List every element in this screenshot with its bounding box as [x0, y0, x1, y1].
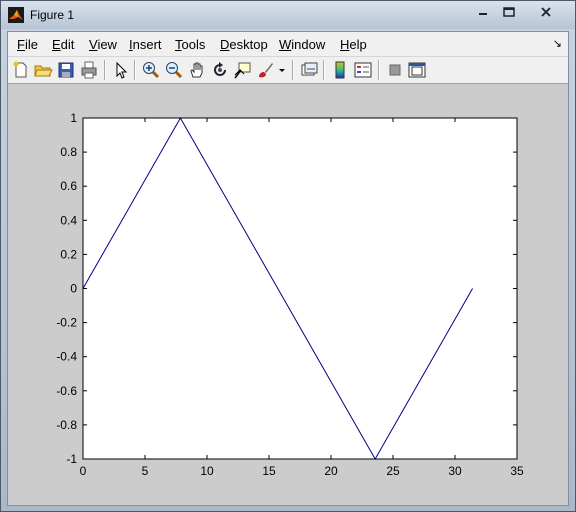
y-tick-label: -0.4 — [56, 350, 77, 364]
figure-window: Figure 1 File Edit View Insert Tools Des… — [0, 0, 576, 512]
title-bar[interactable]: Figure 1 — [1, 1, 575, 29]
link-plot-icon[interactable] — [299, 60, 319, 80]
menu-help[interactable]: Help — [340, 37, 367, 52]
matlab-logo-icon — [8, 7, 24, 23]
y-tick-label: 0.6 — [60, 179, 77, 193]
y-tick-label: -0.6 — [56, 384, 77, 398]
show-plot-tools-icon[interactable] — [407, 60, 427, 80]
figure-client-area: File Edit View Insert Tools Desktop Wind… — [7, 31, 569, 506]
legend-icon[interactable] — [353, 60, 373, 80]
maximize-icon — [503, 7, 515, 17]
menu-file[interactable]: File — [17, 37, 38, 52]
menu-edit[interactable]: Edit — [52, 37, 74, 52]
colorbar-icon[interactable] — [330, 60, 350, 80]
zoom-out-icon[interactable] — [164, 60, 184, 80]
save-icon[interactable] — [56, 60, 76, 80]
y-tick-label: -0.8 — [56, 418, 77, 432]
menu-desktop[interactable]: Desktop — [220, 37, 268, 52]
x-tick-label: 35 — [510, 464, 524, 478]
y-tick-label: -0.2 — [56, 316, 77, 330]
hide-plot-tools-icon[interactable] — [385, 60, 405, 80]
figure-toolbar — [8, 57, 568, 84]
x-tick-label: 30 — [448, 464, 462, 478]
toolbar-separator — [378, 60, 380, 80]
open-file-icon[interactable] — [33, 60, 53, 80]
pan-hand-icon[interactable] — [187, 60, 207, 80]
menu-bar: File Edit View Insert Tools Desktop Wind… — [8, 32, 568, 57]
close-icon — [541, 7, 551, 17]
x-tick-label: 15 — [262, 464, 276, 478]
menu-view[interactable]: View — [89, 37, 117, 52]
print-icon[interactable] — [79, 60, 99, 80]
maximize-button[interactable] — [495, 3, 523, 21]
menu-window[interactable]: Window — [279, 37, 325, 52]
menu-insert[interactable]: Insert — [129, 37, 162, 52]
x-tick-label: 0 — [80, 464, 87, 478]
toolbar-separator — [323, 60, 325, 80]
y-tick-label: -1 — [66, 452, 77, 466]
minimize-button[interactable] — [469, 3, 497, 21]
toolbar-separator — [104, 60, 106, 80]
toolbar-separator — [292, 60, 294, 80]
menu-tools[interactable]: Tools — [175, 37, 205, 52]
window-title: Figure 1 — [30, 8, 75, 22]
y-tick-label: 0 — [70, 282, 77, 296]
axes[interactable]: 0 5 10 15 20 25 30 35 1 0.8 0.6 0.4 0.2 0 -0.2 -0.4 -0.6… — [8, 84, 568, 505]
y-tick-label: 0.8 — [60, 145, 77, 159]
dock-arrow-icon[interactable]: ↘ — [553, 37, 562, 50]
zoom-in-icon[interactable] — [141, 60, 161, 80]
figure-canvas[interactable]: 0 5 10 15 20 25 30 35 1 0.8 0.6 0.4 0.2 0 -0.2 -0.4 -0.6… — [8, 84, 568, 505]
y-tick-label: 1 — [70, 111, 77, 125]
y-tick-label: 0.2 — [60, 247, 77, 261]
x-tick-label: 5 — [142, 464, 149, 478]
data-cursor-icon[interactable] — [233, 60, 253, 80]
brush-dropdown-icon[interactable] — [276, 60, 288, 80]
rotate-3d-icon[interactable] — [210, 60, 230, 80]
toolbar-separator — [134, 60, 136, 80]
new-figure-icon[interactable] — [11, 60, 31, 80]
brush-icon[interactable] — [256, 60, 276, 80]
x-tick-label: 20 — [324, 464, 338, 478]
minimize-icon — [479, 13, 487, 15]
plot-area[interactable] — [83, 118, 517, 459]
close-button[interactable] — [532, 3, 560, 21]
x-tick-label: 25 — [386, 464, 400, 478]
y-tick-label: 0.4 — [60, 213, 77, 227]
edit-plot-arrow-icon[interactable] — [111, 60, 131, 80]
x-tick-label: 10 — [200, 464, 214, 478]
